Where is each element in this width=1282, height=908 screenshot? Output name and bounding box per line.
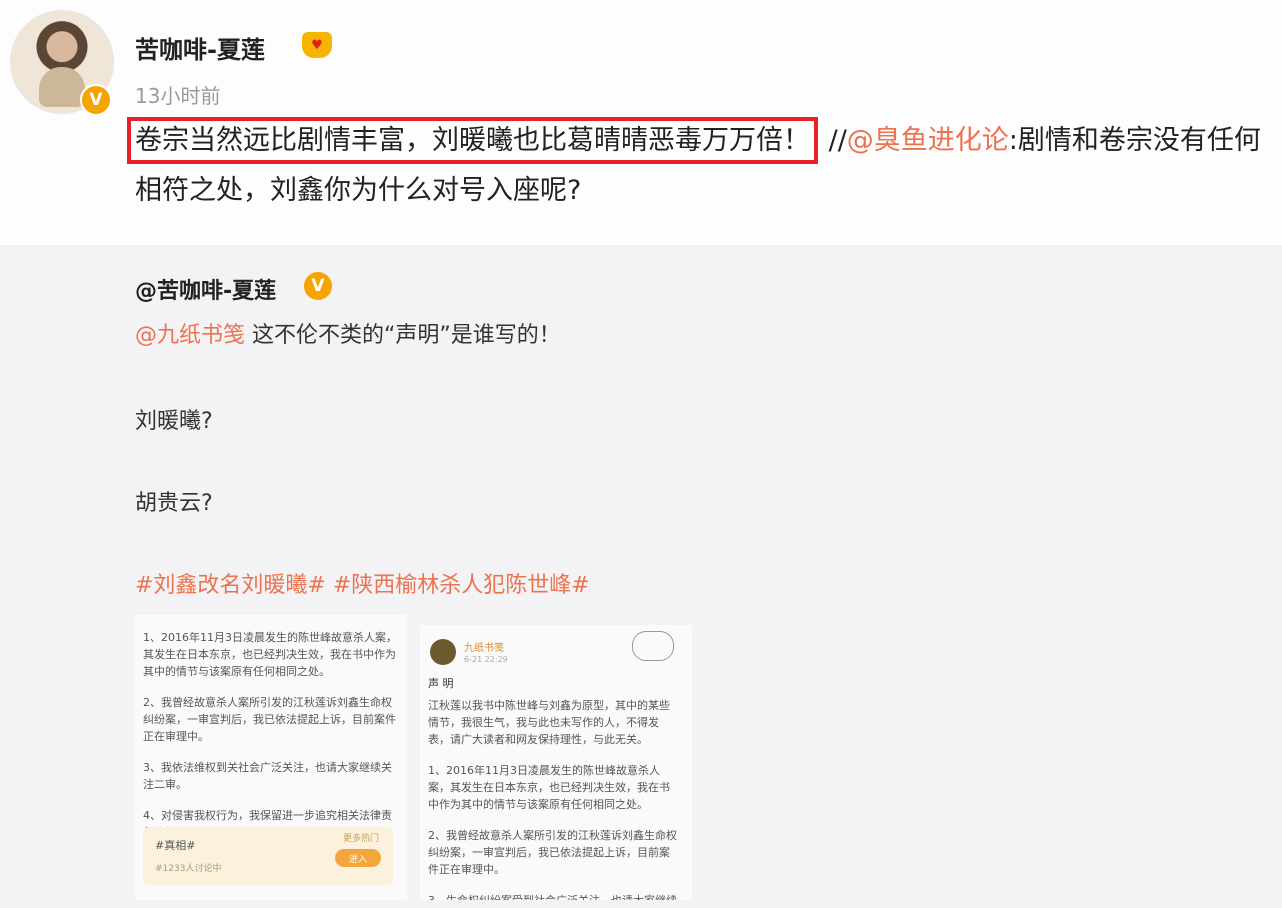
weibo-post: V 苦咖啡-夏莲 ♥ 13小时前 卷宗当然远比剧情丰富，刘暖曦也比葛晴晴恶毒万万… — [0, 0, 1282, 245]
post-username[interactable]: 苦咖啡-夏莲 — [135, 30, 265, 65]
image-title: 声 明 — [428, 677, 454, 690]
repost-image-2[interactable]: 九纸书笺 6-21 22:29 声 明 江秋莲以我书中陈世峰与刘鑫为原型，其中的… — [420, 625, 692, 900]
repost-separator: // — [828, 125, 847, 156]
repost-image-1[interactable]: 1、2016年11月3日凌晨发生的陈世峰故意杀人案，其发生在日本东京，也已经判决… — [135, 615, 407, 900]
image-paragraph: 江秋莲以我书中陈世峰与刘鑫为原型，其中的某些情节，我很生气，我与此也未写作的人，… — [428, 699, 670, 746]
topic-card: 更多热门 #真相# #1233人讨论中 进入 — [143, 827, 393, 885]
image-paragraph: 2、我曾经故意杀人案所引发的江秋莲诉刘鑫生命权纠纷案，一审宣判后，我已依法提起上… — [428, 829, 677, 876]
repost-author[interactable]: @苦咖啡-夏莲 — [135, 273, 276, 305]
verified-badge-icon: V — [80, 84, 112, 116]
image-body: 江秋莲以我书中陈世峰与刘鑫为原型，其中的某些情节，我很生气，我与此也未写作的人，… — [428, 697, 680, 900]
repost-line-1: @九纸书笺 这不伦不类的“声明”是谁写的！ — [135, 317, 561, 349]
card-enter-button: 进入 — [335, 849, 381, 867]
repost-text: 这不伦不类的“声明”是谁写的！ — [245, 323, 561, 348]
image-paragraph: 1、2016年11月3日凌晨发生的陈世峰故意杀人案，其发生在日本东京，也已经判决… — [428, 764, 670, 811]
repost-line-3: 胡贵云? — [135, 491, 213, 516]
post-text: 卷宗当然远比剧情丰富，刘暖曦也比葛晴晴恶毒万万倍！ //@臭鱼进化论:剧情和卷宗… — [127, 116, 1265, 216]
image-username: 九纸书笺 — [464, 643, 504, 654]
reposted-content: @苦咖啡-夏莲 V @九纸书笺 这不伦不类的“声明”是谁写的！ 刘暖曦? 胡贵云… — [0, 245, 1282, 908]
image-avatar — [430, 639, 456, 665]
crown-badge-icon[interactable]: ♥ — [302, 32, 332, 58]
post-timestamp[interactable]: 13小时前 — [135, 80, 220, 109]
image-paragraph: 3、生命权纠纷案受到社会广泛关注，也请大家继续关注。 — [428, 892, 680, 900]
image-paragraph: 3、我依法维权到关社会广泛关注，也请大家继续关注二审。 — [143, 761, 392, 791]
image-paragraph: 1、2016年11月3日凌晨发生的陈世峰故意杀人案，其发生在日本东京，也已经判决… — [143, 631, 397, 678]
card-sub: #1233人讨论中 — [155, 864, 222, 874]
avatar-figure — [39, 67, 85, 107]
verified-badge-icon: V — [304, 272, 332, 300]
topic-hashtags[interactable]: #刘鑫改名刘暖曦# #陕西榆林杀人犯陈世峰# — [135, 567, 590, 599]
highlighted-text: 卷宗当然远比剧情丰富，刘暖曦也比葛晴晴恶毒万万倍！ — [127, 117, 818, 164]
image-paragraph: 2、我曾经故意杀人案所引发的江秋莲诉刘鑫生命权纠纷案，一审宣判后，我已依法提起上… — [143, 696, 396, 743]
card-more-link: 更多热门 — [342, 834, 379, 844]
repost-line-2: 刘暖曦? — [135, 409, 213, 434]
card-tag: #真相# — [155, 839, 196, 852]
image-timestamp: 6-21 22:29 — [464, 655, 508, 664]
sticker-icon — [632, 631, 674, 661]
mention-link[interactable]: @九纸书笺 — [135, 323, 245, 348]
mention-link[interactable]: @臭鱼进化论 — [847, 125, 1009, 156]
